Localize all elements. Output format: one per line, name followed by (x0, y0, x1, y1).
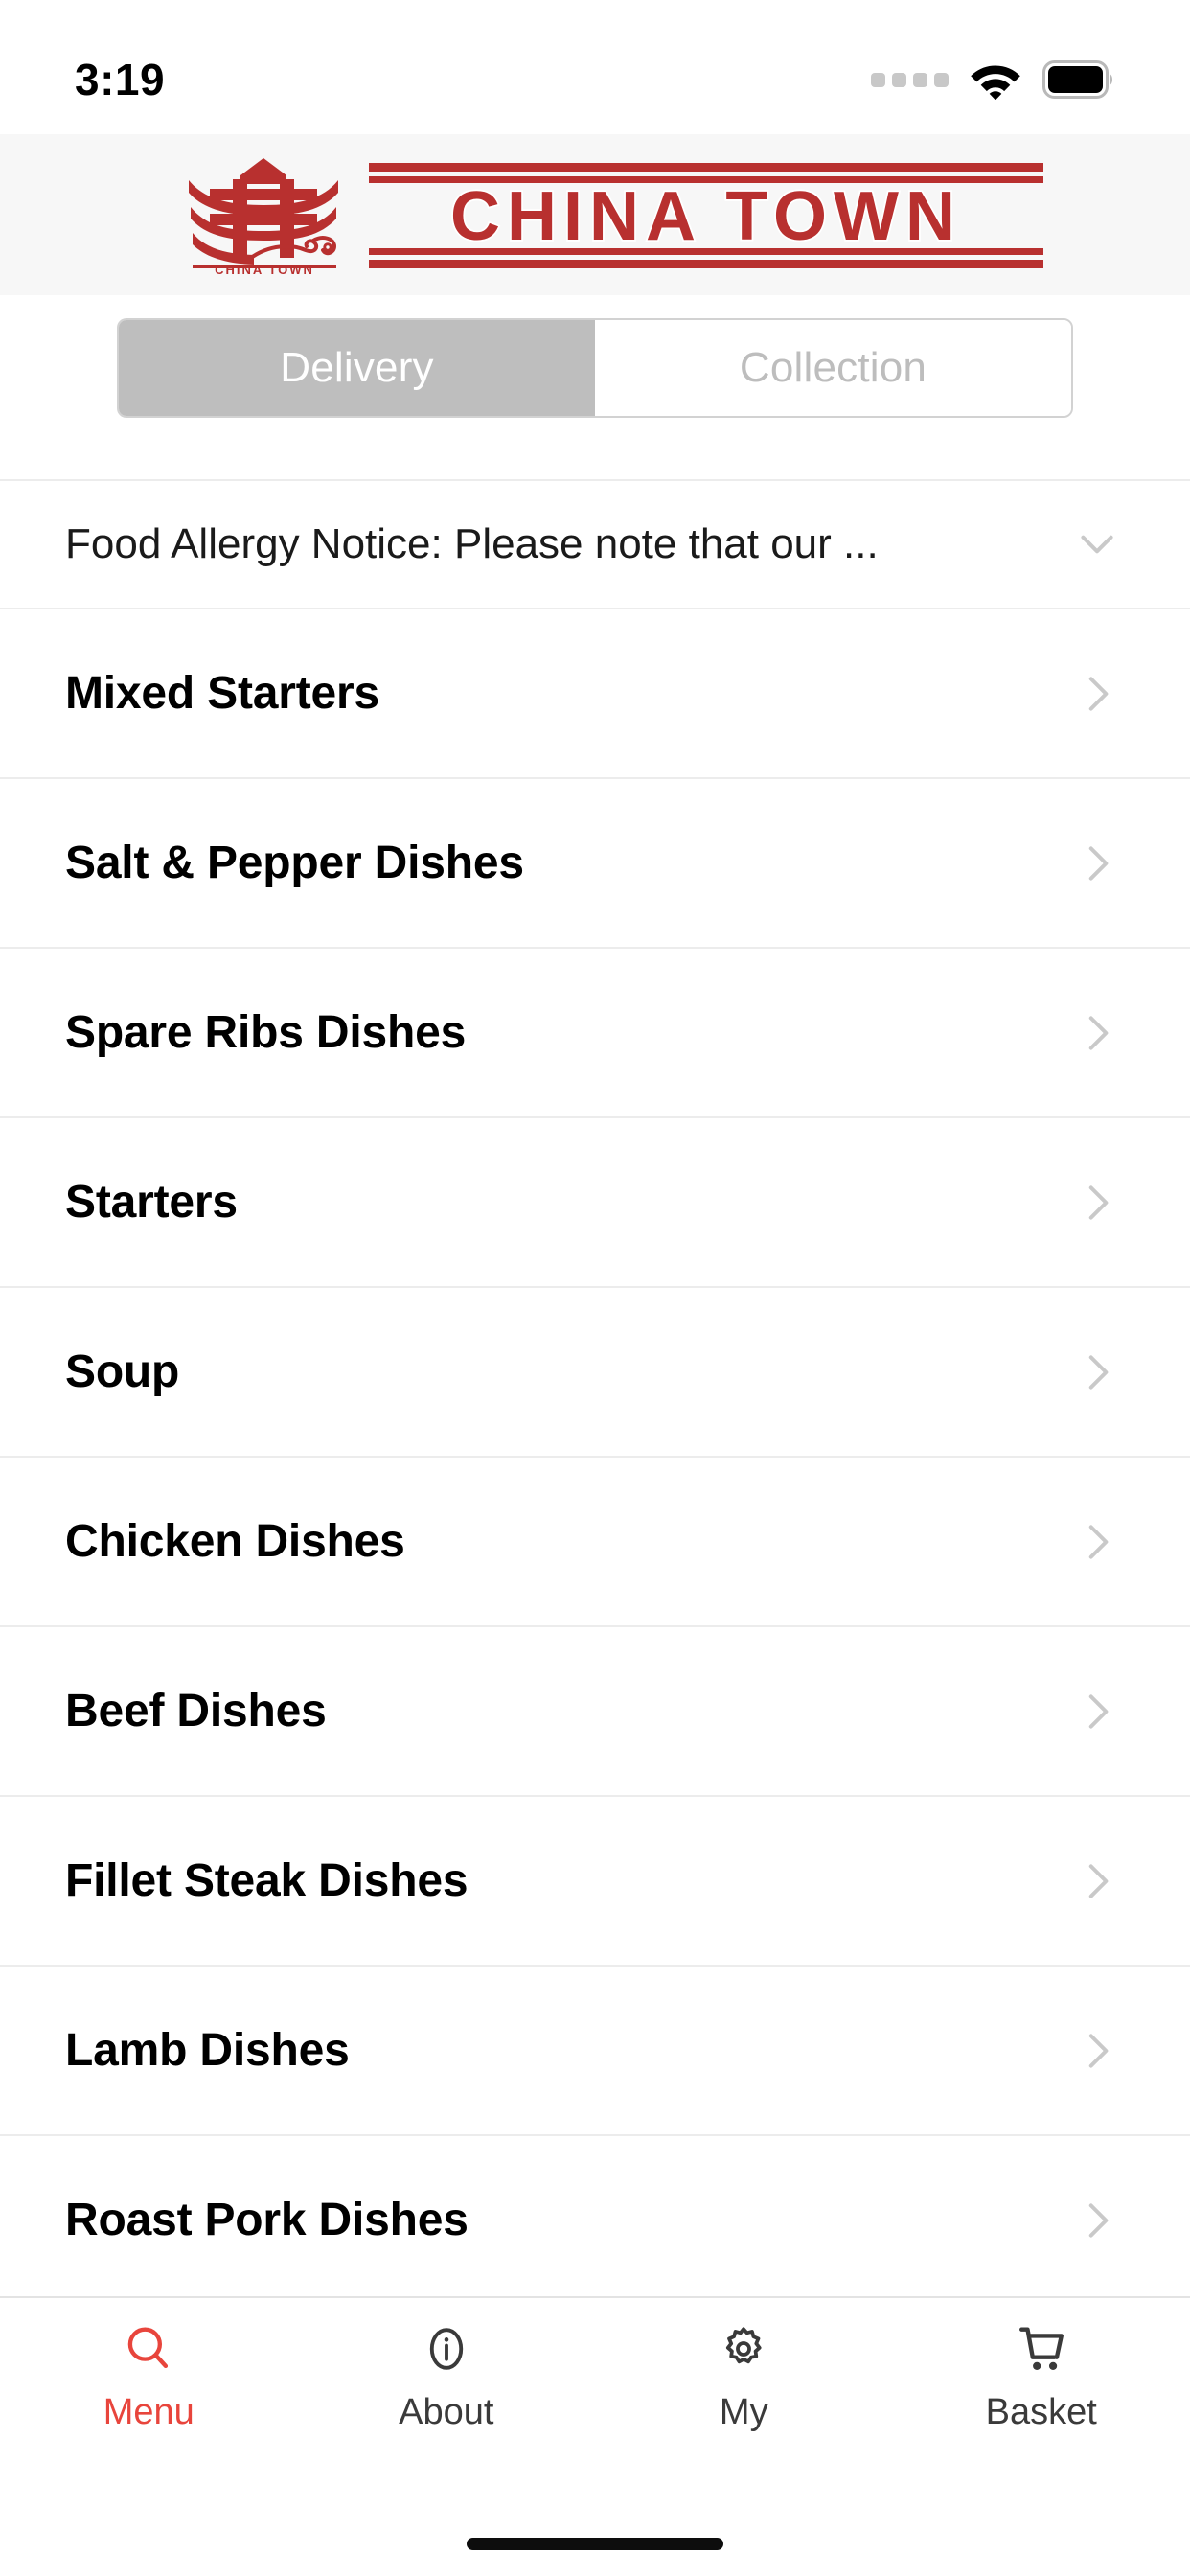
tab-menu-label: Menu (103, 2392, 195, 2432)
battery-full-icon (1042, 60, 1112, 99)
wifi-icon (971, 65, 1020, 100)
menu-category-row-3[interactable]: Starters (0, 1116, 1190, 1286)
menu-category-row-5[interactable]: Chicken Dishes (0, 1456, 1190, 1625)
logo-caption: CHINA TOWN (215, 263, 314, 275)
menu-category-label: Roast Pork Dishes (65, 2195, 469, 2245)
chevron-down-icon[interactable] (1073, 520, 1121, 568)
order-mode-area: Delivery Collection (0, 295, 1190, 441)
status-bar-indicators (871, 59, 1115, 100)
info-circle-icon (419, 2319, 474, 2379)
menu-category-label: Starters (65, 1177, 238, 1228)
chevron-right-icon[interactable] (1073, 2027, 1121, 2075)
menu-category-label: Salt & Pepper Dishes (65, 838, 524, 888)
status-bar-time: 3:19 (75, 55, 166, 104)
chevron-right-icon[interactable] (1073, 1179, 1121, 1227)
chevron-right-icon[interactable] (1073, 1009, 1121, 1057)
menu-category-label: Soup (65, 1346, 180, 1397)
menu-category-label: Fillet Steak Dishes (65, 1855, 469, 1906)
app-screen: 3:19 CHINA TOWN CHINA TOWN Delivery Coll… (0, 0, 1190, 2576)
home-indicator[interactable] (467, 2537, 723, 2550)
menu-category-row-8[interactable]: Lamb Dishes (0, 1965, 1190, 2134)
segment-delivery[interactable]: Delivery (119, 320, 595, 416)
tab-basket-label: Basket (985, 2392, 1097, 2432)
menu-category-label: Chicken Dishes (65, 1516, 405, 1567)
chevron-right-icon[interactable] (1073, 1857, 1121, 1905)
tab-basket[interactable]: Basket (893, 2319, 1190, 2433)
tab-about[interactable]: About (298, 2319, 596, 2433)
menu-category-row-0[interactable]: Mixed Starters (0, 608, 1190, 777)
menu-category-row-7[interactable]: Fillet Steak Dishes (0, 1795, 1190, 1965)
brand-wordmark: CHINA TOWN (369, 163, 1043, 268)
segment-collection[interactable]: Collection (595, 320, 1071, 416)
segment-delivery-label: Delivery (280, 344, 434, 391)
gear-icon (716, 2319, 771, 2379)
menu-category-row-1[interactable]: Salt & Pepper Dishes (0, 777, 1190, 947)
restaurant-logo: CHINA TOWN CHINA TOWN (172, 157, 1047, 275)
menu-category-row-9[interactable]: Roast Pork Dishes (0, 2134, 1190, 2296)
signal-dots-icon (871, 72, 949, 87)
allergy-notice-text: Food Allergy Notice: Please note that ou… (65, 520, 879, 567)
brand-header: CHINA TOWN CHINA TOWN (0, 134, 1190, 295)
pagoda-logo-icon: CHINA TOWN (189, 158, 338, 275)
chevron-right-icon[interactable] (1073, 840, 1121, 887)
tab-menu[interactable]: Menu (0, 2319, 298, 2433)
segment-collection-label: Collection (739, 344, 927, 391)
menu-category-row-4[interactable]: Soup (0, 1286, 1190, 1456)
menu-category-row-2[interactable]: Spare Ribs Dishes (0, 947, 1190, 1116)
tab-my-label: My (719, 2392, 768, 2432)
chevron-right-icon[interactable] (1073, 2196, 1121, 2244)
menu-category-label: Mixed Starters (65, 668, 379, 719)
menu-category-list: Food Allergy Notice: Please note that ou… (0, 441, 1190, 2296)
home-indicator-area (0, 2511, 1190, 2576)
search-icon (121, 2319, 176, 2379)
menu-category-label: Beef Dishes (65, 1686, 327, 1736)
chevron-right-icon[interactable] (1073, 1348, 1121, 1396)
menu-category-row-6[interactable]: Beef Dishes (0, 1625, 1190, 1795)
menu-category-label: Lamb Dishes (65, 2025, 350, 2076)
order-mode-segmented-control[interactable]: Delivery Collection (117, 318, 1073, 418)
chevron-right-icon[interactable] (1073, 670, 1121, 718)
bottom-tab-bar: Menu About My Basket (0, 2296, 1190, 2511)
allergy-notice-row[interactable]: Food Allergy Notice: Please note that ou… (0, 479, 1190, 608)
shopping-cart-icon (1014, 2319, 1069, 2379)
tab-about-label: About (399, 2392, 494, 2432)
menu-category-label: Spare Ribs Dishes (65, 1007, 467, 1058)
chevron-right-icon[interactable] (1073, 1518, 1121, 1566)
chevron-right-icon[interactable] (1073, 1688, 1121, 1736)
status-bar: 3:19 (0, 0, 1190, 134)
tab-my[interactable]: My (595, 2319, 893, 2433)
brand-name-text: CHINA TOWN (450, 178, 962, 255)
